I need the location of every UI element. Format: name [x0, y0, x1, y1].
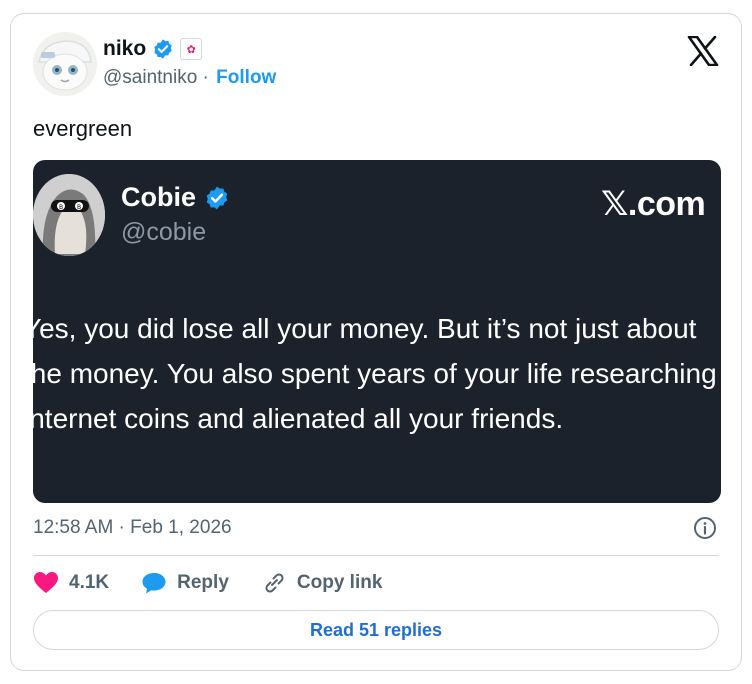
embedded-post-card: niko ✿ @saintniko · Follow evergreen B B [10, 13, 742, 671]
reply-bubble-icon [142, 573, 166, 594]
x-logo-icon[interactable] [687, 36, 719, 66]
verified-badge-icon [154, 39, 172, 59]
heart-icon [34, 572, 58, 593]
copy-link-label: Copy link [296, 572, 383, 593]
embed-avatar: B B [33, 174, 105, 256]
divider [33, 555, 719, 556]
link-icon [265, 573, 284, 593]
info-icon[interactable] [693, 516, 717, 540]
action-bar: 4.1K Reply Copy link [33, 569, 414, 597]
like-button[interactable]: 4.1K [33, 571, 109, 595]
reply-button[interactable]: Reply [141, 571, 229, 595]
follow-button[interactable]: Follow [216, 67, 276, 88]
embed-name-row: Cobie [121, 182, 230, 213]
embed-brand-logo: 𝕏.com [601, 185, 706, 223]
tweet-text: evergreen [33, 116, 133, 141]
read-replies-button[interactable]: Read 51 replies [33, 610, 719, 650]
affiliate-badge-icon: ✿ [180, 38, 203, 60]
embed-handle: @cobie [121, 218, 207, 246]
copy-link-button[interactable]: Copy link [261, 571, 383, 595]
svg-text:B: B [59, 204, 63, 211]
author-name[interactable]: niko [103, 37, 146, 61]
handle-separator: · [197, 67, 215, 88]
embedded-screenshot[interactable]: B B Cobie @cobie 𝕏.com Yes, you did lose… [33, 160, 721, 503]
tweet-timestamp[interactable]: 12:58 AM · Feb 1, 2026 [33, 517, 232, 539]
author-handle-row: @saintniko · Follow [103, 67, 276, 89]
verified-badge-icon [206, 186, 228, 209]
embed-quote-text: Yes, you did lose all your money. But it… [33, 313, 717, 434]
like-count: 4.1K [69, 572, 110, 593]
embed-name: Cobie [121, 182, 197, 212]
author-name-row: niko ✿ [103, 37, 203, 61]
reply-label: Reply [177, 572, 229, 593]
author-handle[interactable]: @saintniko [103, 67, 197, 88]
svg-text:B: B [77, 204, 81, 211]
author-avatar[interactable] [33, 32, 97, 96]
